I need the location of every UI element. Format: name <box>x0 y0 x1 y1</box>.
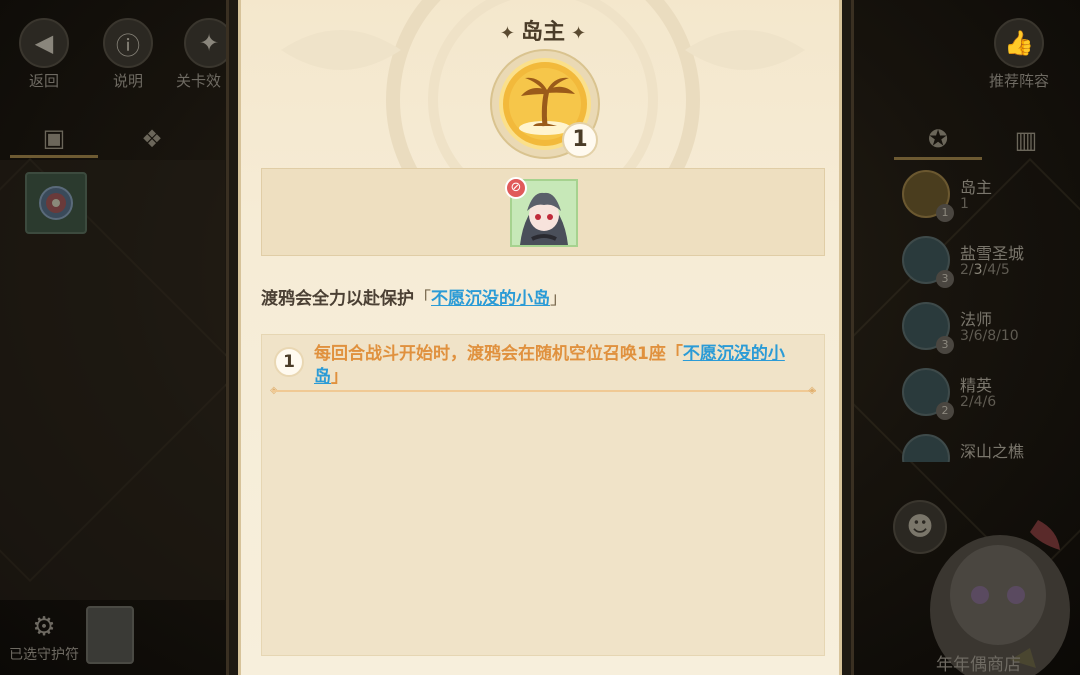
trait-item[interactable]: 深山之樵 <box>894 426 1070 462</box>
trait-tiers: 2/3/4/5 <box>960 262 1010 278</box>
sparkle-icon: ✦ <box>499 22 515 44</box>
trait-count: 3 <box>936 336 954 354</box>
ban-icon: ⊘ <box>505 177 527 199</box>
equipment-card[interactable] <box>25 172 87 234</box>
island-link[interactable]: 不愿沉没的小岛 <box>431 289 550 309</box>
tier-effect-box: 1 每回合战斗开始时，渡鸦会在随机空位召唤1座「不愿沉没的小岛」 ◈ ◈ <box>261 334 825 656</box>
mascot-character <box>930 520 1070 675</box>
tab-chest[interactable]: ▣ <box>10 120 98 158</box>
bar-chart-icon: ▥ <box>1014 126 1038 154</box>
left-tab-bar: ▣ ❖ <box>10 120 200 158</box>
trait-item[interactable]: 3 盐雪圣城 2/3/4/5 <box>894 228 1070 294</box>
mountain-icon <box>902 434 950 462</box>
chest-icon: ▣ <box>42 123 66 152</box>
trait-tier-active: 3 <box>973 262 983 278</box>
trait-item[interactable]: 3 法师 3/6/8/10 <box>894 294 1070 360</box>
trait-name: 深山之樵 <box>960 442 1025 461</box>
effect-bracket-close: 」 <box>331 367 348 387</box>
tab-traits[interactable]: ✪ <box>894 120 982 160</box>
star-icon: ✦ <box>184 18 232 68</box>
trait-count: 2 <box>936 402 954 420</box>
emblem-count-badge: 1 <box>562 122 598 158</box>
back-arrow-icon: ◀ <box>19 18 69 68</box>
trait-name: 精英 <box>960 376 993 395</box>
trait-list: 1 岛主 1 3 盐雪圣城 2/3/4/5 3 法师 3/6/8/10 2 精英… <box>894 162 1070 462</box>
trait-item[interactable]: 2 精英 2/4/6 <box>894 360 1070 426</box>
trait-count: 1 <box>936 204 954 222</box>
divider-end-icon: ◈ <box>808 385 816 396</box>
guard-card[interactable] <box>86 606 134 664</box>
gear-icon: ⚙ <box>32 612 56 642</box>
help-button[interactable]: ⓘ 说明 <box>98 18 158 91</box>
effect-bracket-open: 「 <box>665 344 683 364</box>
star-badge-icon: ✪ <box>927 124 949 153</box>
shop-label[interactable]: 年年偶商店 <box>936 650 1021 675</box>
recommend-label: 推荐阵容 <box>988 72 1049 90</box>
game-screen: { "toolbar": { "back_label": "返回", "help… <box>0 0 1080 675</box>
info-icon: ⓘ <box>103 18 153 68</box>
trait-name: 岛主 <box>960 178 993 197</box>
description-text: 渡鸦会全力以赴保护 <box>261 289 414 309</box>
back-label: 返回 <box>28 72 59 90</box>
trait-tiers: 1 <box>960 196 969 212</box>
back-button[interactable]: ◀ 返回 <box>14 18 74 91</box>
trait-tiers: 2/4/6 <box>960 394 997 410</box>
modal-title-row: ✦ 岛主 ✦ <box>241 14 839 46</box>
chess-pieces-box <box>261 168 825 256</box>
tab-lineup[interactable]: ❖ <box>108 120 196 158</box>
trait-name: 法师 <box>960 310 993 329</box>
guard-button[interactable]: ⚙ 已选守护符 <box>4 612 84 664</box>
stage-effect-button[interactable]: ✦ 关卡效 <box>176 18 232 91</box>
trait-count: 3 <box>936 270 954 288</box>
trait-tiers-pre: 2/ <box>960 262 974 278</box>
effect-divider <box>272 390 816 392</box>
modal-title: 岛主 <box>520 20 565 45</box>
bracket-close: 」 <box>550 289 567 309</box>
bracket-open: 「 <box>414 289 431 309</box>
effect-description: 每回合战斗开始时，渡鸦会在随机空位召唤1座 <box>314 344 666 364</box>
stage-effect-label: 关卡效 <box>176 72 222 90</box>
right-tab-bar: ✪ ▥ <box>894 120 1070 160</box>
trait-tiers-post: /4/5 <box>982 262 1010 278</box>
trait-name: 盐雪圣城 <box>960 244 1025 263</box>
tab-stats[interactable]: ▥ <box>982 120 1070 160</box>
trait-description: 渡鸦会全力以赴保护「不愿沉没的小岛」 <box>261 284 831 309</box>
trait-item[interactable]: 1 岛主 1 <box>894 162 1070 228</box>
sparkle-icon: ✦ <box>571 22 587 44</box>
trait-tiers: 3/6/8/10 <box>960 328 1019 344</box>
trait-detail-modal: ✦ 岛主 ✦ 1 ⊘ 渡鸦会全力以赴保护「不愿沉没的小岛」 1 每回合战斗开始时… <box>238 0 842 675</box>
tier-badge: 1 <box>274 347 304 377</box>
target-icon <box>39 186 73 220</box>
help-label: 说明 <box>112 72 143 90</box>
thumbs-up-icon: 👍 <box>994 18 1044 68</box>
lineup-icon: ❖ <box>141 125 163 153</box>
guard-label: 已选守护符 <box>9 647 79 663</box>
recommend-button[interactable]: 👍 推荐阵容 <box>972 18 1066 91</box>
tier-effect-text: 每回合战斗开始时，渡鸦会在随机空位召唤1座「不愿沉没的小岛」 <box>314 343 814 389</box>
